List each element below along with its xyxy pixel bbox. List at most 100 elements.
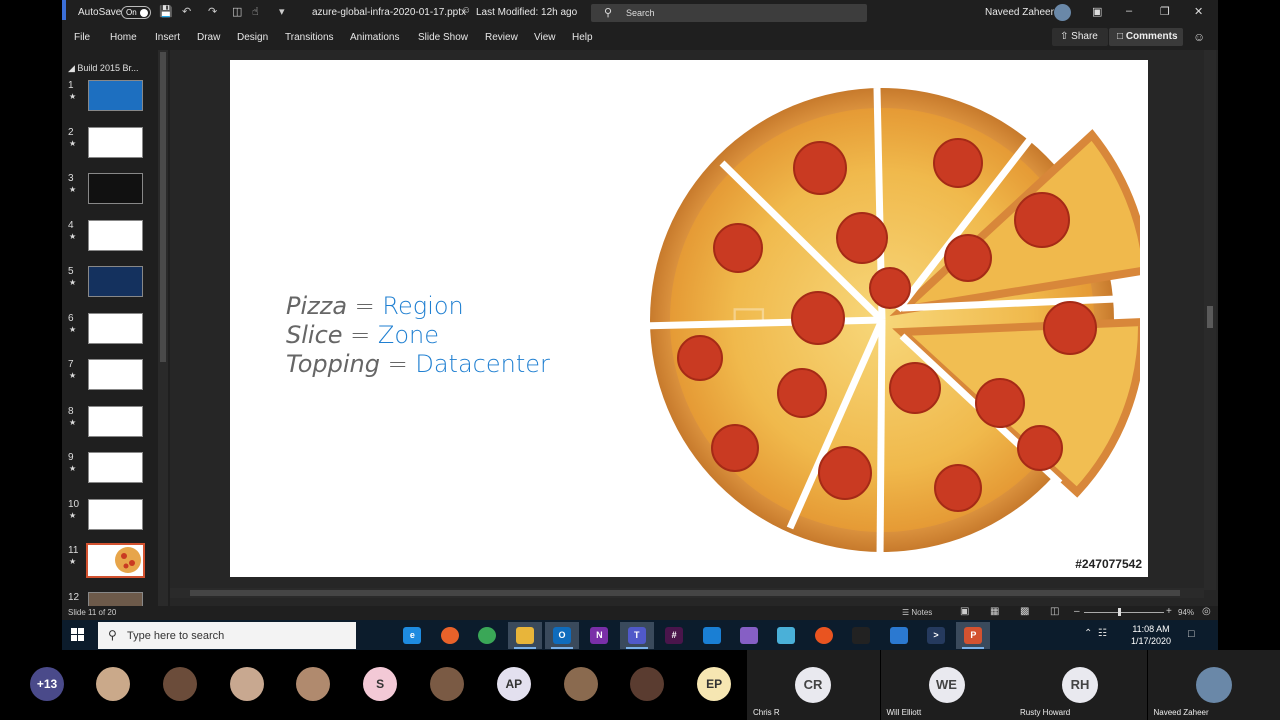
taskbar-clock[interactable]: 11:08 AM 1/17/2020 xyxy=(1124,623,1178,647)
search-box[interactable]: ⚲ Search xyxy=(591,4,867,22)
taskbar-firefox-button[interactable] xyxy=(433,622,467,649)
slide-thumbnail[interactable] xyxy=(88,219,143,251)
zoom-out-icon[interactable]: – xyxy=(1074,606,1080,617)
slide-thumbnail[interactable] xyxy=(88,80,143,111)
slides-panel-scrollbar[interactable] xyxy=(158,50,168,606)
zoom-in-icon[interactable]: + xyxy=(1166,606,1172,617)
slide-thumbnail-row[interactable]: 10 ★ xyxy=(62,498,170,539)
slide-thumbnail[interactable] xyxy=(88,452,143,483)
slide-thumbnail-row[interactable]: 3 ★ xyxy=(62,173,170,213)
notes-button[interactable]: ☰ Notes xyxy=(902,608,932,617)
minimize-icon[interactable]: – xyxy=(1126,5,1132,17)
tab-transitions[interactable]: Transitions xyxy=(285,32,334,43)
taskbar-task-view-button[interactable] xyxy=(358,622,392,649)
fit-slide-icon[interactable]: ◎ xyxy=(1202,606,1211,617)
taskbar-powershell-button[interactable]: > xyxy=(919,622,953,649)
user-avatar[interactable] xyxy=(1054,4,1071,21)
overflow-participants[interactable]: +13 xyxy=(30,667,64,701)
taskbar-outlook-button[interactable]: O xyxy=(545,622,579,649)
redo-icon[interactable]: ↷ xyxy=(208,5,217,18)
taskbar-vscode-button[interactable] xyxy=(695,622,729,649)
taskbar-visual-studio-button[interactable] xyxy=(732,622,766,649)
user-name[interactable]: Naveed Zaheer xyxy=(985,7,1054,18)
participant-avatar[interactable]: AP xyxy=(496,667,531,701)
share-button[interactable]: ⇧ Share xyxy=(1052,28,1108,46)
zoom-slider[interactable] xyxy=(1084,612,1164,613)
analogy-line-zone[interactable]: Slice = Zone xyxy=(286,321,439,349)
scrollbar-thumb[interactable] xyxy=(1207,306,1213,328)
slide-thumbnail[interactable] xyxy=(88,405,143,437)
slide[interactable]: Pizza = Region Slice = Zone Topping = Da… xyxy=(230,60,1148,577)
taskbar-edge-button[interactable]: e xyxy=(395,622,429,649)
last-modified[interactable]: Last Modified: 12h ago xyxy=(476,7,577,18)
canvas-vertical-scrollbar[interactable] xyxy=(1204,50,1216,590)
taskbar-chrome-button[interactable] xyxy=(470,622,504,649)
tab-animations[interactable]: Animations xyxy=(350,32,399,43)
slide-thumbnail-row[interactable]: 6 ★ xyxy=(62,312,170,353)
tab-draw[interactable]: Draw xyxy=(197,32,220,43)
slide-thumbnail[interactable] xyxy=(88,266,143,297)
participant-avatar[interactable] xyxy=(296,667,331,701)
participant-avatar[interactable] xyxy=(430,667,464,701)
comments-button[interactable]: □ Comments xyxy=(1109,28,1183,46)
restore-icon[interactable]: ❐ xyxy=(1160,5,1170,18)
participant-tile[interactable]: WE Will Elliott xyxy=(880,650,1014,720)
zoom-level[interactable]: 94% xyxy=(1178,608,1194,617)
feedback-icon[interactable]: ☺ xyxy=(1193,30,1205,44)
taskbar-terminal-button[interactable] xyxy=(844,622,878,649)
customize-toolbar-icon[interactable]: ▾ xyxy=(279,5,285,18)
slide-thumbnail-row[interactable]: 2 ★ xyxy=(62,126,170,167)
taskbar-azure-storage-button[interactable] xyxy=(769,622,803,649)
slideshow-view-icon[interactable]: ◫ xyxy=(1050,606,1059,617)
taskbar-ubuntu-button[interactable] xyxy=(807,622,841,649)
canvas-horizontal-scrollbar[interactable] xyxy=(170,588,1204,598)
participant-avatar[interactable]: S xyxy=(363,667,398,701)
slide-thumbnail-row[interactable]: 1 ★ xyxy=(62,80,170,120)
taskbar-slack-button[interactable]: # xyxy=(657,622,691,649)
system-tray-icons[interactable]: ⌃ ☷ xyxy=(1084,628,1107,639)
taskbar-powerpoint-button[interactable]: P xyxy=(956,622,991,649)
zoom-slider-knob[interactable] xyxy=(1118,608,1121,616)
slide-thumbnail[interactable] xyxy=(88,359,143,390)
participant-avatar[interactable] xyxy=(630,667,665,701)
tab-insert[interactable]: Insert xyxy=(155,32,180,43)
windows-start-icon[interactable] xyxy=(71,628,84,641)
section-header[interactable]: ◢ Build 2015 Br... xyxy=(68,63,138,74)
notifications-icon[interactable]: □ xyxy=(1188,628,1195,640)
normal-view-icon[interactable]: ▣ xyxy=(960,606,969,617)
pizza-image[interactable] xyxy=(640,88,1140,558)
close-icon[interactable]: ✕ xyxy=(1194,5,1203,18)
participant-tile[interactable]: Naveed Zaheer xyxy=(1147,650,1280,720)
tab-view[interactable]: View xyxy=(534,32,556,43)
taskbar-remote-desktop-button[interactable] xyxy=(882,622,916,649)
slide-thumbnail-row[interactable]: 4 ★ xyxy=(62,219,170,260)
slide-thumbnail[interactable] xyxy=(88,312,143,344)
scrollbar-thumb[interactable] xyxy=(160,52,166,362)
slide-thumbnail[interactable] xyxy=(86,543,145,578)
slide-thumbnail-row[interactable]: 7 ★ xyxy=(62,359,170,399)
participant-avatar[interactable] xyxy=(229,667,264,701)
slide-thumbnail-row[interactable]: 9 ★ xyxy=(62,452,170,492)
scrollbar-thumb[interactable] xyxy=(190,590,1180,596)
slide-thumbnail[interactable] xyxy=(88,173,143,204)
ribbon-display-icon[interactable]: ▣ xyxy=(1092,5,1102,18)
analogy-line-region[interactable]: Pizza = Region xyxy=(286,292,464,320)
participant-tile[interactable]: CR Chris R xyxy=(747,650,880,720)
autosave-toggle[interactable]: On xyxy=(121,6,151,19)
present-icon[interactable]: ◫ xyxy=(232,5,242,18)
reading-view-icon[interactable]: ▩ xyxy=(1020,606,1029,617)
participant-avatar[interactable] xyxy=(162,667,197,701)
analogy-line-datacenter[interactable]: Topping = Datacenter xyxy=(286,350,550,378)
touch-mode-icon[interactable]: ☝ xyxy=(252,5,259,18)
tab-design[interactable]: Design xyxy=(237,32,268,43)
participant-avatar[interactable] xyxy=(96,667,130,701)
slide-thumbnail-row[interactable]: 8 ★ xyxy=(62,405,170,446)
tab-slide-show[interactable]: Slide Show xyxy=(418,32,468,43)
slide-thumbnail-row[interactable]: 5 ★ xyxy=(62,266,170,306)
participant-tile[interactable]: RH Rusty Howard xyxy=(1014,650,1147,720)
tab-help[interactable]: Help xyxy=(572,32,593,43)
taskbar-teams-button[interactable]: T xyxy=(619,622,654,649)
tab-review[interactable]: Review xyxy=(485,32,518,43)
save-icon[interactable]: 💾 xyxy=(159,5,173,18)
slide-thumbnail[interactable] xyxy=(88,498,143,530)
